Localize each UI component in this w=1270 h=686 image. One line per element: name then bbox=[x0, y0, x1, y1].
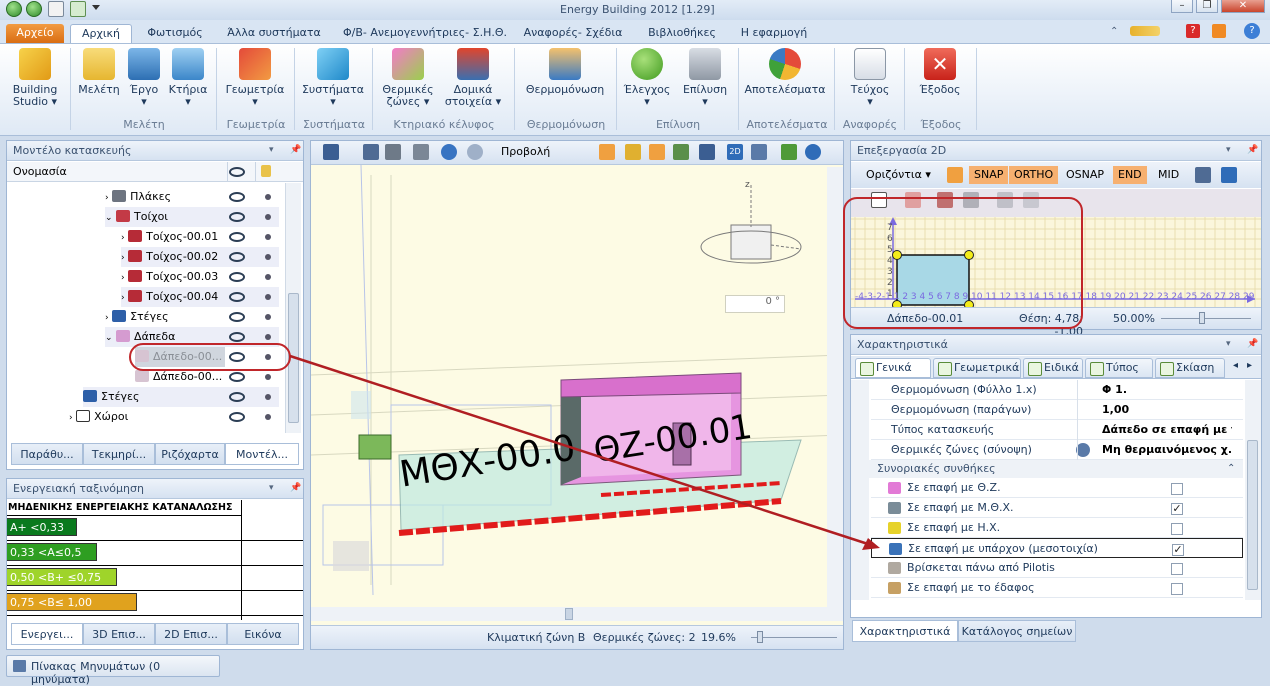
table-icon bbox=[13, 660, 26, 672]
messages-button[interactable]: Πίνακας Μηνυμάτων (0 μηνύματα) bbox=[6, 655, 220, 686]
annotation-arrows bbox=[289, 354, 880, 550]
